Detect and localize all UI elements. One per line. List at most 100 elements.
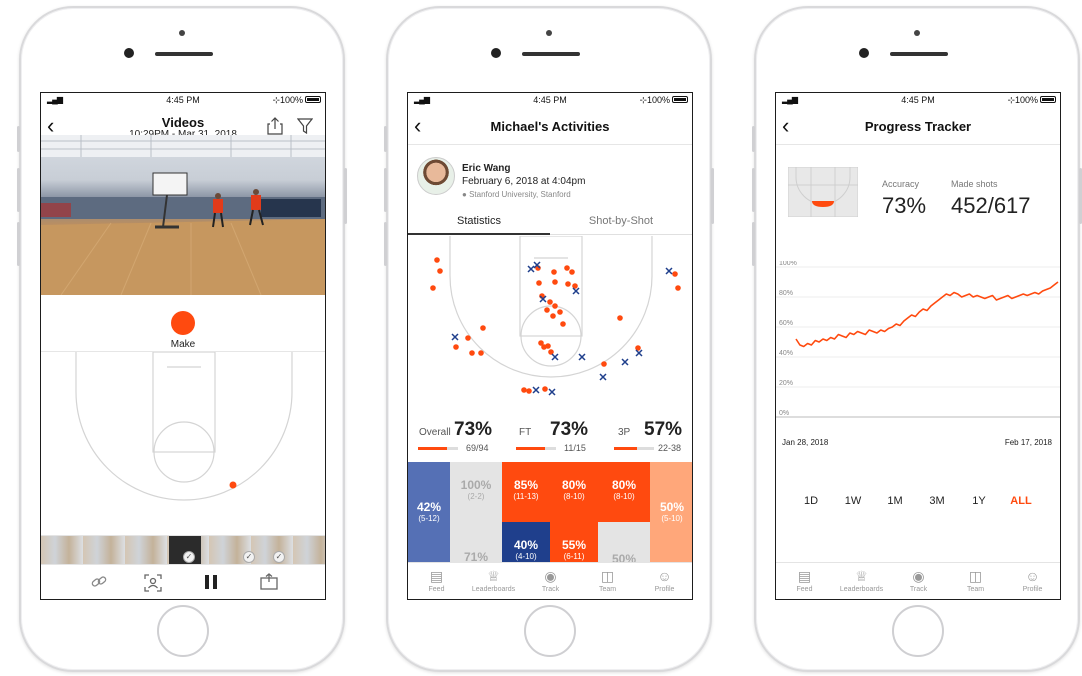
y-tick-label: 40% <box>779 350 793 357</box>
accuracy-value: 73% <box>882 193 927 218</box>
tab-feed[interactable]: ▤ Feed <box>408 566 465 593</box>
tab-label: Team <box>966 586 985 593</box>
stat-label-overall: Overall <box>419 427 451 438</box>
stat-bar-3p <box>614 447 654 450</box>
zone-percent: 50% <box>659 500 685 514</box>
tab-statistics[interactable]: Statistics <box>408 215 550 227</box>
stat-bar-ft <box>516 447 556 450</box>
profile-icon: ☺ <box>657 568 672 584</box>
range-all-button[interactable]: ALL <box>1006 495 1036 507</box>
track-icon: ◉ <box>912 568 925 584</box>
tab-profile[interactable]: ☺ Profile <box>636 566 692 593</box>
profile-icon: ☺ <box>1025 568 1040 584</box>
zone-fraction: (8-10) <box>613 492 635 501</box>
battery-icon <box>672 96 688 103</box>
y-tick-label: 60% <box>779 320 793 327</box>
accuracy-series-line <box>795 281 1059 348</box>
zone-fraction: (11-13) <box>513 492 539 501</box>
volume-down-button <box>384 222 387 266</box>
location-pin-icon: ● <box>462 190 470 199</box>
accuracy-label: Accuracy <box>882 179 920 189</box>
range-1m-button[interactable]: 1M <box>880 495 910 507</box>
proximity-sensor <box>914 30 920 36</box>
zone-fraction: (6-11) <box>563 552 585 561</box>
zone-cell[interactable]: 100% (2-2) <box>450 462 502 522</box>
range-3m-button[interactable]: 3M <box>922 495 952 507</box>
range-1w-button[interactable]: 1W <box>838 495 868 507</box>
tab-leaderboards[interactable]: ♕ Leaderboards <box>465 566 522 593</box>
pause-icon[interactable] <box>199 573 223 596</box>
avatar[interactable] <box>417 157 455 195</box>
export-icon[interactable] <box>257 573 281 596</box>
zone-cell[interactable]: 42% (5-12) <box>408 462 450 562</box>
status-bar: ▂▄▆ 4:45 PM ⊹100% <box>776 93 1060 107</box>
feed-icon: ▤ <box>797 568 812 584</box>
focus-icon[interactable] <box>141 573 165 598</box>
tab-track[interactable]: ◉ Track <box>890 566 947 593</box>
zone-percent: 80% <box>561 478 587 492</box>
tab-profile[interactable]: ☺ Profile <box>1004 566 1060 593</box>
video-player[interactable] <box>41 135 325 295</box>
battery-level: ⊹100% <box>639 95 670 105</box>
zone-cell[interactable]: 40% (4-10) <box>502 522 550 562</box>
phone-progress: ▂▄▆ 4:45 PM ⊹100% ‹ Progress Tracker Acc… <box>752 6 1082 672</box>
tab-label: Profile <box>1022 586 1043 593</box>
player-name: Eric Wang <box>462 163 511 174</box>
video-toolbar <box>41 564 325 599</box>
zone-percent: 42% <box>416 500 442 514</box>
filter-icon[interactable] <box>296 118 314 135</box>
location-text: Stanford University, Stanford <box>469 190 571 199</box>
tab-track[interactable]: ◉ Track <box>522 566 579 593</box>
share-icon[interactable] <box>267 117 283 135</box>
progress-chart-svg: 100% 80% 60% 40% 20% 0% <box>776 260 1060 418</box>
home-button[interactable] <box>157 605 209 657</box>
zone-cell[interactable]: 50% <box>598 522 650 566</box>
nav-bar: ‹ Progress Tracker <box>776 107 1060 145</box>
volume-down-button <box>752 222 755 266</box>
zone-fraction: (8-10) <box>563 492 585 501</box>
tab-shot-by-shot[interactable]: Shot-by-Shot <box>550 215 692 227</box>
zone-cell[interactable]: 50% (5-10) <box>650 462 692 562</box>
zone-cell[interactable]: 80% (8-10) <box>598 462 650 522</box>
battery-level: ⊹100% <box>272 95 303 105</box>
y-tick-label: 80% <box>779 290 793 297</box>
link-icon[interactable] <box>87 573 111 596</box>
front-camera <box>124 48 134 58</box>
tab-team[interactable]: ◫ Team <box>579 566 636 593</box>
tab-leaderboards[interactable]: ♕ Leaderboards <box>833 566 890 593</box>
tab-label: Feed <box>428 586 445 593</box>
volume-up-button <box>17 168 20 212</box>
tab-team[interactable]: ◫ Team <box>947 566 1004 593</box>
earpiece-speaker <box>155 52 213 56</box>
tab-label: Team <box>598 586 617 593</box>
zone-cell[interactable]: 80% (8-10) <box>550 462 598 522</box>
shot-marker <box>229 481 237 489</box>
zone-fraction: (5-10) <box>661 514 683 523</box>
zone-cell[interactable]: 85% (11-13) <box>502 462 550 522</box>
range-1y-button[interactable]: 1Y <box>964 495 994 507</box>
shot-chart <box>408 235 692 416</box>
zone-fraction: (5-12) <box>418 514 440 523</box>
home-button[interactable] <box>892 605 944 657</box>
half-court-diagram <box>41 351 325 537</box>
zone-percent: 85% <box>513 478 539 492</box>
tab-label: Track <box>909 586 928 593</box>
zone-cell[interactable]: 55% (6-11) <box>550 522 598 562</box>
zone-fraction: (4-10) <box>515 552 537 561</box>
chart-end-date: Feb 17, 2018 <box>1004 438 1052 447</box>
front-camera <box>859 48 869 58</box>
nav-bar: ‹ Michael's Activities <box>408 107 692 145</box>
zone-percent: 40% <box>513 538 539 552</box>
session-header: Eric Wang February 6, 2018 at 4:04pm ● S… <box>408 145 692 211</box>
y-tick-label: 100% <box>779 261 797 267</box>
range-1d-button[interactable]: 1D <box>796 495 826 507</box>
tab-feed[interactable]: ▤ Feed <box>776 566 833 593</box>
volume-up-button <box>384 168 387 212</box>
screen: ▂▄▆ 4:45 PM ⊹100% ‹ Videos 10:29PM - Mar… <box>40 92 326 600</box>
tab-label: Profile <box>654 586 675 593</box>
home-button[interactable] <box>524 605 576 657</box>
check-icon: ✓ <box>183 551 195 563</box>
make-shot-button[interactable] <box>171 311 195 335</box>
zone-cell[interactable]: 71% <box>450 522 502 564</box>
front-camera <box>491 48 501 58</box>
